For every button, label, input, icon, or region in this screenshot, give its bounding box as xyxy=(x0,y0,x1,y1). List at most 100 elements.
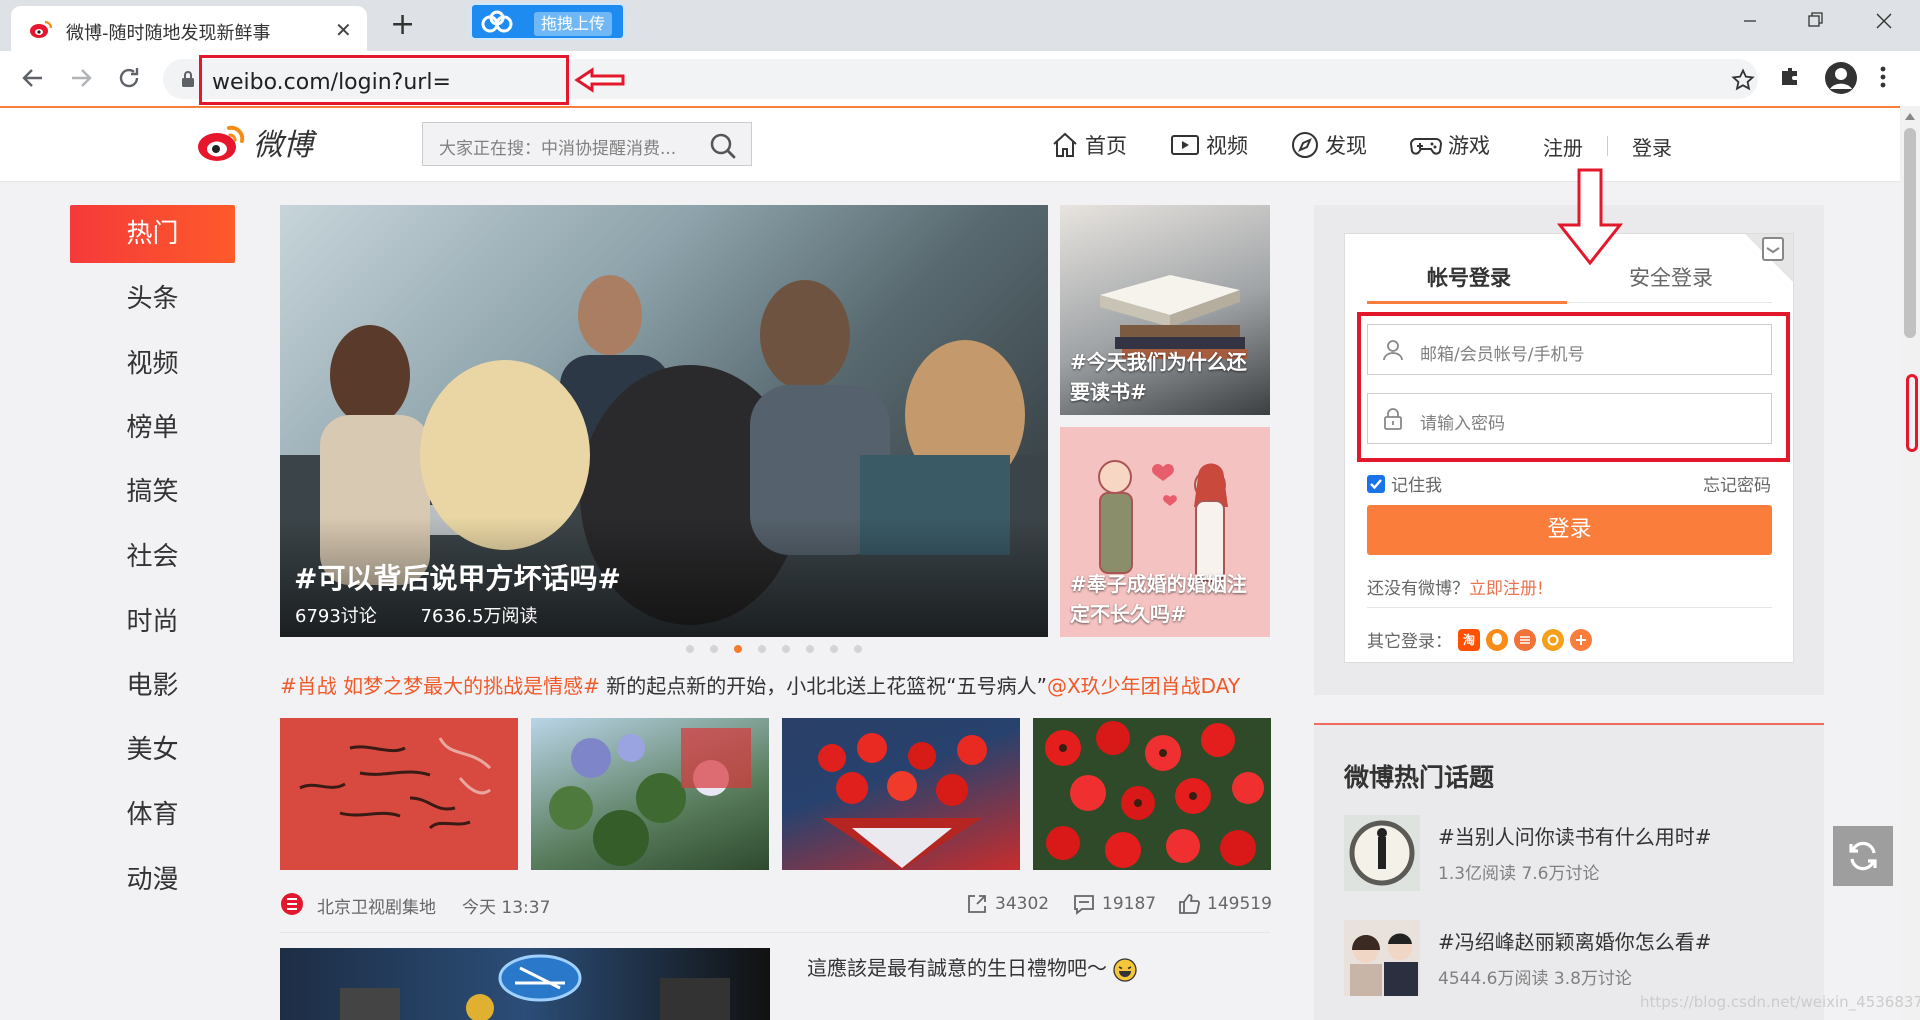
post-image-2[interactable] xyxy=(531,718,769,870)
red-bouquet-photo xyxy=(818,733,987,870)
register-link[interactable]: 注册 xyxy=(1543,132,1583,161)
qq-icon[interactable] xyxy=(1486,628,1508,651)
browser-toolbar: weibo.com/login?url= xyxy=(0,51,1920,106)
headline-hashtag[interactable]: #肖战 如梦之梦最大的挑战是情感# xyxy=(280,674,600,698)
post-meta-bar: 北京卫视剧集地 今天 13:37 34302 19187 149519 xyxy=(280,889,1272,919)
side-topic-books[interactable]: #今天我们为什么还要读书# xyxy=(1060,205,1270,415)
carousel-dot[interactable] xyxy=(710,645,718,653)
tab-secure-login[interactable]: 安全登录 xyxy=(1629,262,1713,292)
comment-stat[interactable]: 19187 xyxy=(1073,893,1156,915)
tab-account-login[interactable]: 帐号登录 xyxy=(1427,262,1511,292)
sidebar-item-video[interactable]: 视频 xyxy=(70,335,235,393)
restore-icon[interactable] xyxy=(1786,6,1846,36)
hot-topic-item[interactable]: #当别人问你读书有什么用时# 1.3亿阅读 7.6万讨论 xyxy=(1344,815,1814,891)
remember-label: 记住我 xyxy=(1391,476,1442,496)
other-login-row: 其它登录： 淘 xyxy=(1367,627,1592,652)
carousel-dot[interactable] xyxy=(758,645,766,653)
window-close-icon[interactable] xyxy=(1854,6,1914,36)
forward-arrow-icon[interactable] xyxy=(68,65,94,91)
cloud-icon xyxy=(480,9,514,35)
page-scrollbar[interactable] xyxy=(1900,106,1920,1020)
nav-games[interactable]: 游戏 xyxy=(1410,130,1490,160)
source-avatar-icon[interactable] xyxy=(280,891,304,917)
signup-prompt: 还没有微博？立即注册! xyxy=(1367,574,1544,599)
hero-banner[interactable]: #可以背后说甲方坏话吗# 6793讨论 7636.5万阅读 xyxy=(280,205,1048,637)
carousel-dot-active[interactable] xyxy=(734,645,742,653)
sidebar-item-society[interactable]: 社会 xyxy=(70,528,235,586)
hot-topic-item[interactable]: #冯绍峰赵丽颖离婚你怎么看# 4544.6万阅读 3.8万讨论 xyxy=(1344,920,1814,996)
like-stat[interactable]: 149519 xyxy=(1178,893,1272,915)
post-headline[interactable]: #肖战 如梦之梦最大的挑战是情感# 新的起点新的开始，小北北送上花篮祝“五号病人… xyxy=(280,670,1270,699)
refresh-button[interactable] xyxy=(1833,826,1893,886)
username-field[interactable]: 邮箱/会员帐号/手机号 xyxy=(1367,324,1772,375)
share-stat[interactable]: 34302 xyxy=(966,893,1049,915)
carousel-dot[interactable] xyxy=(830,645,838,653)
sidebar-item-anime[interactable]: 动漫 xyxy=(70,851,235,909)
sidebar-item-funny[interactable]: 搞笑 xyxy=(70,463,235,521)
search-icon[interactable] xyxy=(709,132,737,160)
scroll-up-arrow-icon[interactable] xyxy=(1905,112,1915,120)
user-icon xyxy=(1382,339,1404,361)
hot-topic-name[interactable]: #当别人问你读书有什么用时# xyxy=(1438,821,1712,850)
back-arrow-icon[interactable] xyxy=(20,65,46,91)
bookmark-star-icon[interactable] xyxy=(1731,68,1755,92)
tianyi-icon[interactable] xyxy=(1514,628,1536,651)
baidu-icon[interactable] xyxy=(1570,628,1592,651)
hot-topic-stat: 4544.6万阅读 3.8万讨论 xyxy=(1438,969,1632,989)
nav-video[interactable]: 视频 xyxy=(1170,130,1248,160)
weibo-logo[interactable]: 微博 xyxy=(197,120,313,164)
reload-icon[interactable] xyxy=(116,65,142,91)
scrollbar-thumb[interactable] xyxy=(1904,128,1916,338)
360-icon[interactable] xyxy=(1542,628,1564,651)
tab-close-icon[interactable]: ✕ xyxy=(335,18,352,42)
sidebar-item-sports[interactable]: 体育 xyxy=(70,786,235,844)
gamepad-icon xyxy=(1410,131,1442,159)
tab-underline xyxy=(1567,302,1772,303)
carousel-dot[interactable] xyxy=(854,645,862,653)
post-image-1[interactable] xyxy=(280,718,518,870)
url-text[interactable]: weibo.com/login?url= xyxy=(212,70,451,95)
carousel-dot[interactable] xyxy=(686,645,694,653)
sidebar-item-beauty[interactable]: 美女 xyxy=(70,721,235,779)
login-submit-button[interactable]: 登录 xyxy=(1367,505,1772,555)
post-image-4[interactable] xyxy=(1033,718,1271,870)
forgot-password-link[interactable]: 忘记密码 xyxy=(1703,471,1771,496)
password-field[interactable]: 请输入密码 xyxy=(1367,393,1772,444)
remember-me[interactable]: 记住我 xyxy=(1367,471,1442,496)
sidebar-item-rankings[interactable]: 榜单 xyxy=(70,399,235,457)
more-menu-icon[interactable] xyxy=(1878,65,1888,89)
nav-home[interactable]: 首页 xyxy=(1051,130,1127,160)
remember-checkbox[interactable] xyxy=(1367,474,1385,493)
sidebar-item-headlines[interactable]: 头条 xyxy=(70,270,235,328)
gerbera-flowers-photo xyxy=(1045,721,1264,868)
hero-title[interactable]: #可以背后说甲方坏话吗# xyxy=(294,557,621,597)
next-post-video-thumb[interactable] xyxy=(280,948,770,1020)
signup-link[interactable]: 立即注册! xyxy=(1469,579,1544,599)
carousel-dot[interactable] xyxy=(806,645,814,653)
other-login-label: 其它登录： xyxy=(1367,632,1452,652)
login-link[interactable]: 登录 xyxy=(1632,132,1672,161)
post-image-3[interactable] xyxy=(782,718,1020,870)
sidebar-item-hot[interactable]: 热门 xyxy=(70,205,235,263)
taobao-icon[interactable]: 淘 xyxy=(1458,628,1480,651)
post-source[interactable]: 北京卫视剧集地 xyxy=(317,893,436,918)
address-bar[interactable]: weibo.com/login?url= xyxy=(163,55,1758,105)
next-post-text[interactable]: 這應該是最有誠意的生日禮物吧～ xyxy=(807,952,1138,982)
minimize-icon[interactable] xyxy=(1720,6,1780,36)
login-card: 帐号登录 安全登录 邮箱/会员帐号/手机号 请输入密码 记住我 忘记密码 登录 … xyxy=(1344,233,1794,663)
sidebar-item-movies[interactable]: 电影 xyxy=(70,657,235,715)
sidebar-item-fashion[interactable]: 时尚 xyxy=(70,593,235,651)
profile-avatar-icon[interactable] xyxy=(1824,61,1858,95)
side-topic-marriage[interactable]: #奉子成婚的婚姻注定不长久吗# xyxy=(1060,427,1270,637)
headline-mention[interactable]: @X玖少年团肖战DAY xyxy=(1047,674,1240,698)
carousel-dot[interactable] xyxy=(782,645,790,653)
hot-topic-name[interactable]: #冯绍峰赵丽颖离婚你怎么看# xyxy=(1438,926,1712,955)
browser-tab[interactable]: 微博-随时随地发现新鲜事 ✕ xyxy=(11,6,367,51)
new-tab-plus-icon[interactable]: + xyxy=(390,8,415,42)
nav-discover[interactable]: 发现 xyxy=(1291,130,1367,160)
extensions-puzzle-icon[interactable] xyxy=(1779,65,1803,89)
drag-upload-button[interactable]: 拖拽上传 xyxy=(470,3,625,40)
search-input[interactable]: 大家正在搜：中消协提醒消费... xyxy=(422,122,752,166)
down-arrow-annotation-icon xyxy=(1557,167,1623,267)
qr-corner-icon[interactable] xyxy=(1745,234,1793,282)
